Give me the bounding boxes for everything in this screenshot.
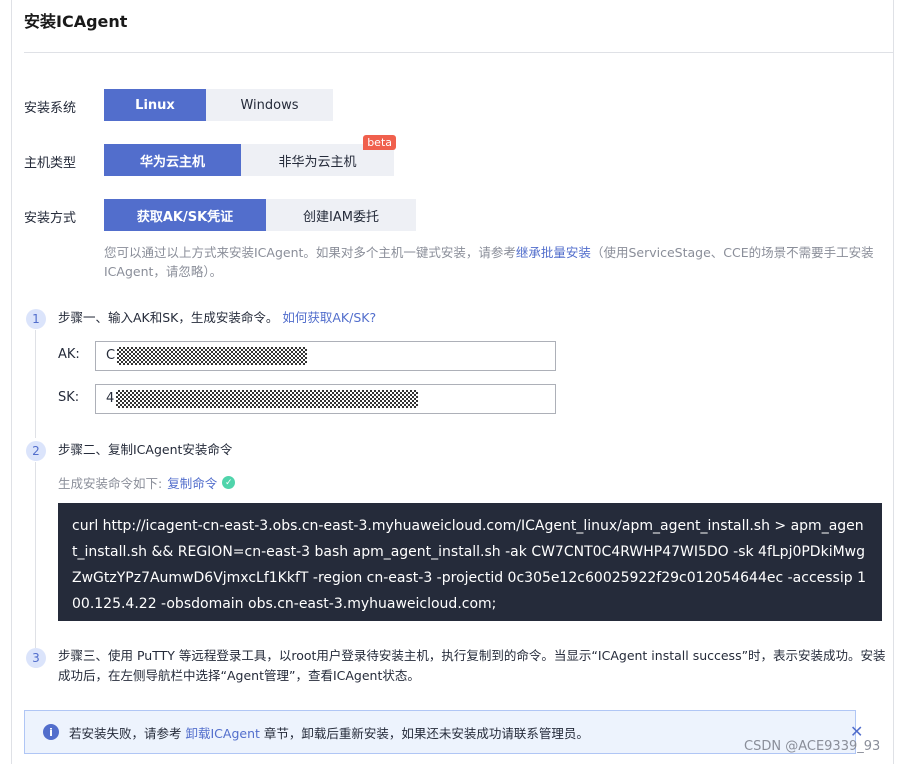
command-header: 生成安装命令如下: 复制命令 ✓ [58,473,236,492]
ak-redaction-mosaic [117,346,308,365]
ak-value: C [106,348,116,363]
host-non-huawei-button[interactable]: 非华为云主机 beta [241,135,396,176]
install-icagent-panel: 安装ICAgent 安装系统 Linux Windows 主机类型 华为云主机 … [11,0,894,764]
host-non-huawei-label: 非华为云主机 [278,154,357,170]
step-2-badge: 2 [26,441,46,461]
sk-label: SK: [58,390,80,405]
sk-redaction-mosaic [116,389,419,408]
note-text: 您可以通过以上方式来安装ICAgent。如果对多个主机一键式安装，请参考 [104,245,516,260]
install-note: 您可以通过以上方式来安装ICAgent。如果对多个主机一键式安装，请参考继承批量… [104,243,894,281]
failure-alert: i 若安装失败，请参考 卸载ICAgent 章节，卸载后重新安装，如果还未安装成… [24,710,856,754]
info-icon: i [43,724,59,740]
install-command-block[interactable]: curl http://icagent-cn-east-3.obs.cn-eas… [58,503,882,621]
uninstall-icagent-link[interactable]: 卸载ICAgent [186,723,260,742]
page-title: 安装ICAgent [24,12,128,31]
batch-install-link[interactable]: 继承批量安装 [516,245,591,260]
step-1-badge: 1 [26,309,46,329]
step-3-text: 步骤三、使用 PuTTY 等远程登录工具，以root用户登录待安装主机，执行复制… [58,648,886,683]
copy-command-link[interactable]: 复制命令 [167,473,217,492]
step-1-text: 步骤一、输入AK和SK，生成安装命令。 如何获取AK/SK? [58,308,376,328]
os-linux-button[interactable]: Linux [104,89,206,121]
os-windows-button[interactable]: Windows [206,89,333,121]
method-iam-button[interactable]: 创建IAM委托 [266,199,416,231]
command-label: 生成安装命令如下: [58,476,163,491]
how-to-get-aksk-link[interactable]: 如何获取AK/SK? [282,310,376,325]
alert-text-suffix: 章节，卸载后重新安装，如果还未安装成功请联系管理员。 [263,725,589,741]
step-1-label: 步骤一、输入AK和SK，生成安装命令。 [58,310,279,325]
beta-badge: beta [363,135,396,150]
os-label: 安装系统 [24,101,77,116]
watermark: CSDN @ACE9339_93 [744,739,881,754]
ak-input[interactable]: C [95,341,556,371]
host-huawei-button[interactable]: 华为云主机 [104,144,241,176]
step-3-badge: 3 [26,648,46,668]
sk-input[interactable]: 4 [95,384,556,414]
install-method-label: 安装方式 [24,211,77,226]
check-circle-icon: ✓ [222,476,236,489]
host-type-label: 主机类型 [24,156,77,171]
title-divider [24,52,894,53]
step-connector [35,462,36,648]
alert-text: 若安装失败，请参考 [69,725,182,741]
step-connector [35,330,36,438]
ak-label: AK: [58,347,80,362]
method-aksk-button[interactable]: 获取AK/SK凭证 [104,199,266,231]
step-2-text: 步骤二、复制ICAgent安装命令 [58,442,233,457]
sk-value: 4 [106,391,115,406]
